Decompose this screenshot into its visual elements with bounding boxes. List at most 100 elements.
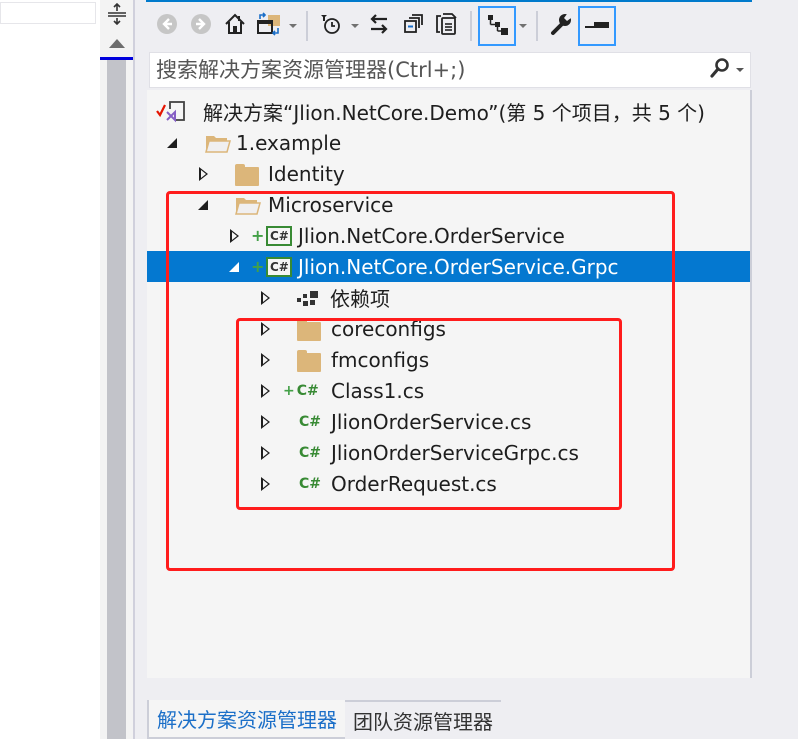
added-plus-icon: + — [251, 257, 265, 276]
added-plus-icon: + — [251, 226, 265, 245]
forward-arrow-icon — [190, 13, 212, 40]
csharp-file-icon: C# — [299, 444, 322, 461]
dependencies-icon — [296, 289, 320, 307]
tree-item-file[interactable]: C# JlionOrderService.cs — [147, 406, 750, 437]
tree-item-project[interactable]: + C# Jlion.NetCore.OrderService — [147, 220, 750, 251]
tree-item-label: Identity — [268, 161, 345, 186]
sync-with-document-button[interactable] — [362, 8, 396, 44]
tree-item-label: JlionOrderServiceGrpc.cs — [331, 440, 579, 465]
tab-team-explorer[interactable]: 团队资源管理器 — [345, 700, 501, 739]
tree-item-file[interactable]: C# JlionOrderServiceGrpc.cs — [147, 437, 750, 468]
collapsed-arrow-icon[interactable] — [258, 443, 272, 463]
toolbar-separator — [306, 11, 308, 41]
clock-filter-icon — [319, 12, 343, 41]
tree-item-label: Jlion.NetCore.OrderService — [298, 223, 565, 248]
left-pane-input[interactable] — [0, 2, 96, 24]
chevron-down-icon — [351, 24, 359, 28]
solution-explorer-toolbar — [150, 6, 616, 46]
csharp-project-icon: + C# — [251, 256, 293, 277]
switch-views-button[interactable] — [252, 8, 286, 44]
hierarchy-icon — [484, 11, 510, 42]
search-box — [149, 52, 751, 88]
tree-item-folder[interactable]: fmconfigs — [147, 344, 750, 375]
sync-arrows-icon — [367, 12, 391, 41]
toolbar-separator — [536, 11, 538, 41]
tree-item-file[interactable]: C# OrderRequest.cs — [147, 468, 750, 499]
pending-changes-dropdown[interactable] — [348, 8, 362, 44]
chevron-down-icon — [735, 68, 744, 72]
panel-active-indicator — [146, 0, 752, 2]
tree-item-solution[interactable]: 解决方案“Jlion.NetCore.Demo”(第 5 个项目，共 5 个) — [147, 96, 750, 127]
back-arrow-icon — [156, 13, 178, 40]
collapse-all-button[interactable] — [396, 8, 430, 44]
tree-item-project-selected[interactable]: + C# Jlion.NetCore.OrderService.Grpc — [147, 251, 750, 282]
hierarchy-dropdown[interactable] — [516, 8, 530, 44]
folder-icon — [235, 164, 259, 186]
solution-icon — [156, 99, 186, 125]
tree-item-dependencies[interactable]: 依赖项 — [147, 282, 750, 313]
folder-open-icon — [235, 194, 261, 216]
wrench-icon — [549, 12, 573, 41]
csharp-file-icon: C# — [299, 413, 322, 430]
switch-views-dropdown[interactable] — [286, 8, 300, 44]
tree-item-label: Microservice — [268, 192, 394, 217]
expanded-arrow-icon[interactable] — [227, 257, 241, 277]
collapsed-arrow-icon[interactable] — [258, 412, 272, 432]
csharp-project-icon: + C# — [251, 225, 293, 246]
home-icon — [223, 12, 247, 41]
collapsed-arrow-icon[interactable] — [258, 319, 272, 339]
home-button[interactable] — [218, 8, 252, 44]
tree-item-label: Jlion.NetCore.OrderService.Grpc — [298, 254, 619, 279]
split-vertical-icon[interactable] — [100, 0, 133, 28]
collapsed-arrow-icon[interactable] — [258, 381, 272, 401]
search-input[interactable] — [150, 54, 702, 86]
tree-item-label: JlionOrderService.cs — [331, 409, 532, 434]
forward-button[interactable] — [184, 8, 218, 44]
preview-icon — [584, 13, 610, 40]
preview-selected-button[interactable] — [578, 6, 616, 46]
show-all-files-button[interactable] — [430, 8, 464, 44]
folder-icon — [297, 350, 321, 372]
scrollbar-thumb[interactable] — [107, 60, 126, 739]
show-hierarchy-button[interactable] — [478, 6, 516, 46]
tree-item-label: OrderRequest.cs — [331, 471, 497, 496]
tree-item-label: 依赖项 — [330, 287, 390, 311]
chevron-down-icon — [519, 24, 527, 28]
collapsed-arrow-icon[interactable] — [196, 164, 210, 184]
switch-views-icon — [256, 11, 282, 41]
properties-button[interactable] — [544, 8, 578, 44]
collapsed-arrow-icon[interactable] — [258, 350, 272, 370]
collapsed-arrow-icon[interactable] — [258, 474, 272, 494]
tree-item-folder[interactable]: Microservice — [147, 189, 750, 220]
toolbar-separator — [470, 11, 472, 41]
explorer-tabs: 解决方案资源管理器 团队资源管理器 — [147, 700, 501, 739]
added-plus-icon: + — [283, 382, 295, 399]
tree-item-folder[interactable]: 1.example — [147, 127, 750, 158]
collapsed-arrow-icon[interactable] — [258, 288, 272, 308]
tab-solution-explorer[interactable]: 解决方案资源管理器 — [147, 700, 345, 739]
tree-item-label: Class1.cs — [331, 378, 425, 403]
csharp-file-icon: + C# — [283, 382, 319, 399]
pending-changes-filter-button[interactable] — [314, 8, 348, 44]
expanded-arrow-icon[interactable] — [165, 133, 179, 153]
csharp-file-icon: C# — [299, 475, 322, 492]
chevron-down-icon — [289, 24, 297, 28]
tree-item-file[interactable]: + C# Class1.cs — [147, 375, 750, 406]
search-options-button[interactable] — [702, 57, 750, 84]
solution-tree: 解决方案“Jlion.NetCore.Demo”(第 5 个项目，共 5 个) … — [147, 90, 752, 678]
search-icon — [709, 57, 731, 84]
tree-item-label: 解决方案“Jlion.NetCore.Demo”(第 5 个项目，共 5 个) — [203, 101, 705, 125]
tree-item-label: coreconfigs — [331, 316, 446, 341]
tree-item-folder[interactable]: Identity — [147, 158, 750, 189]
collapsed-arrow-icon[interactable] — [227, 226, 241, 246]
tree-item-label: 1.example — [236, 130, 342, 155]
folder-open-icon — [205, 132, 231, 154]
pane-divider[interactable] — [133, 0, 146, 739]
expanded-arrow-icon[interactable] — [196, 195, 210, 215]
left-pane — [0, 0, 100, 739]
right-margin — [753, 0, 798, 739]
tree-item-folder[interactable]: coreconfigs — [147, 313, 750, 344]
scroll-up-arrow-icon[interactable] — [100, 30, 133, 56]
folder-icon — [297, 319, 321, 341]
back-button[interactable] — [150, 8, 184, 44]
